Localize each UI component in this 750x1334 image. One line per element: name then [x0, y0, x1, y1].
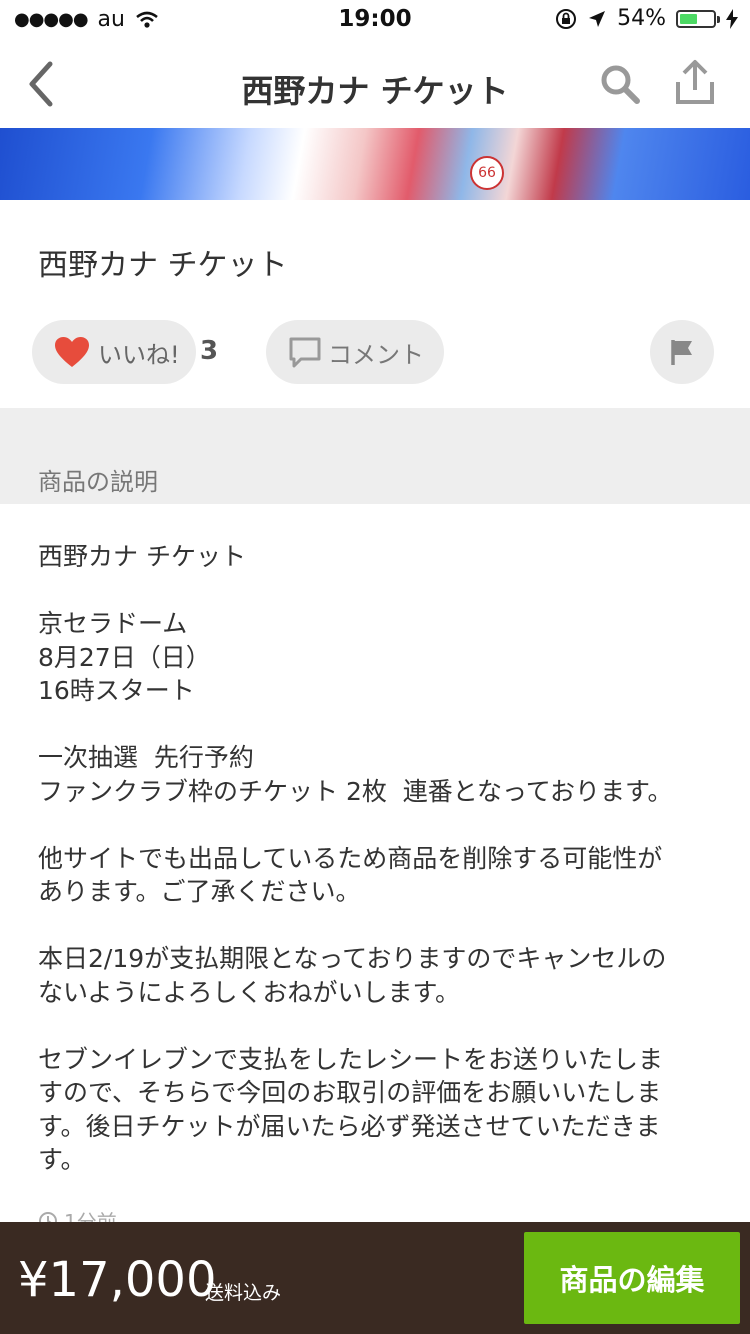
like-button[interactable]: いいね!: [32, 320, 196, 384]
description-paragraph: 本日2/19が支払期限となっておりますのでキャンセルの ないようによろしくおねが…: [38, 944, 667, 1007]
item-description: 西野カナ チケット 京セラドーム 8月27日（日） 16時スタート 一次抽選 先…: [38, 540, 718, 1177]
battery-fill: [680, 13, 698, 24]
share-icon[interactable]: [672, 58, 718, 108]
battery-percent: 54%: [617, 6, 666, 31]
charging-bolt-icon: [726, 8, 738, 29]
status-right: 54%: [555, 6, 738, 31]
like-count: 3: [200, 336, 219, 366]
description-paragraph: 西野カナ チケット: [38, 542, 246, 571]
comment-bubble-icon: [289, 337, 321, 368]
battery-icon: [676, 9, 720, 28]
description-paragraph: セブンイレブンで支払をしたレシートをお送りいたしま すので、そちらで今回のお取引…: [38, 1044, 664, 1175]
navigation-bar: 西野カナ チケット: [0, 40, 750, 128]
flag-icon: [671, 340, 692, 365]
battery-tip: [717, 15, 720, 23]
comment-label: コメント: [328, 340, 424, 369]
item-photo[interactable]: 66: [0, 128, 750, 200]
price: ¥17,000: [18, 1252, 217, 1308]
heart-icon: [55, 337, 89, 367]
section-title: 商品の説明: [38, 468, 158, 496]
shipping-label: 送料込み: [205, 1282, 282, 1304]
edit-item-button[interactable]: 商品の編集: [524, 1232, 740, 1324]
bottom-bar: ¥17,000 送料込み 商品の編集: [0, 1222, 750, 1334]
status-bar: ●●●●● au 19:00 54%: [0, 0, 750, 40]
comment-button[interactable]: コメント: [266, 320, 444, 384]
report-button[interactable]: [650, 320, 714, 384]
search-icon[interactable]: [598, 62, 642, 106]
item-title: 西野カナ チケット: [38, 248, 288, 283]
description-paragraph: 他サイトでも出品しているため商品を削除する可能性が あります。ご了承ください。: [38, 843, 663, 907]
description-paragraph: 京セラドーム 8月27日（日） 16時スタート: [38, 609, 211, 705]
description-paragraph: 一次抽選 先行予約 ファンクラブ枠のチケット 2枚 連番となっております。: [38, 743, 673, 806]
section-header: 商品の説明: [0, 408, 750, 504]
location-arrow-icon: [589, 10, 606, 27]
photo-badge: 66: [470, 156, 504, 190]
like-label: いいね!: [98, 340, 180, 369]
orientation-lock-icon: [556, 8, 577, 29]
